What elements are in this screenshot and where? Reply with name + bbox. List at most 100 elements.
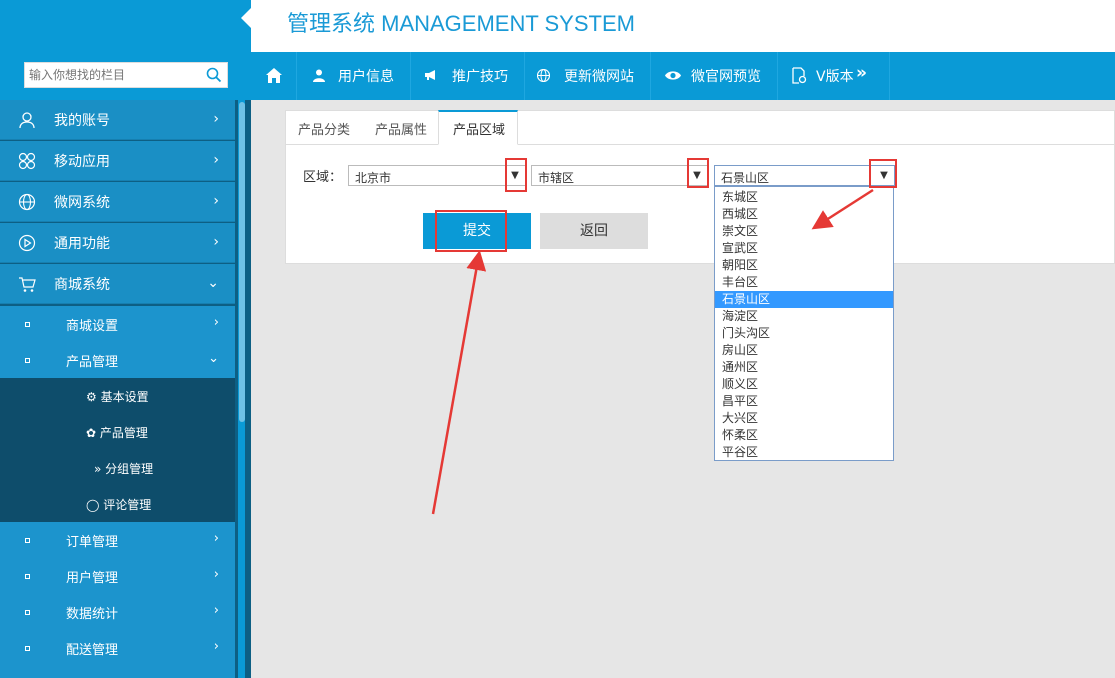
annotation-arrow <box>431 250 487 515</box>
person-icon <box>313 69 325 82</box>
nav-label: 推广技巧 <box>452 69 508 85</box>
nav-label: 更新微网站 <box>564 69 634 85</box>
chevron-down-icon: ⌄ <box>207 275 219 291</box>
dropdown-option[interactable]: 平谷区 <box>715 444 893 461</box>
header: 管理系统 MANAGEMENT SYSTEM <box>251 0 1115 52</box>
menu-label: 移动应用 <box>54 154 110 170</box>
chevron-right-icon: › <box>213 193 219 209</box>
nav-promotion-tips[interactable]: 推广技巧 <box>411 52 525 100</box>
tree-node <box>25 574 30 579</box>
nav-label: 用户信息 <box>338 69 394 85</box>
sub-label: 订单管理 <box>66 535 119 550</box>
menu-item-general-functions[interactable]: 通用功能 › <box>0 223 235 263</box>
dropdown-option[interactable]: 石景山区 <box>715 291 893 308</box>
sidebar-item-comment-management[interactable]: ◯ 评论管理 <box>0 486 235 522</box>
user-icon <box>19 112 35 129</box>
menu-item-mobile-apps[interactable]: 移动应用 › <box>0 141 235 181</box>
doc-gear-icon <box>792 67 807 84</box>
leaf-label-wrap: ✿ 产品管理 <box>86 424 148 441</box>
dropdown-option[interactable]: 海淀区 <box>715 308 893 325</box>
dropdown-option[interactable]: 昌平区 <box>715 393 893 410</box>
dropdown-option[interactable]: 怀柔区 <box>715 427 893 444</box>
province-select[interactable]: 北京市 ▼ <box>348 165 526 186</box>
tree-node <box>25 358 30 363</box>
sub-label: 商城设置 <box>66 319 119 334</box>
region-label: 区域： <box>303 170 343 185</box>
sub-label: 配送管理 <box>66 643 119 658</box>
menu-item-micro-site[interactable]: 微网系统 › <box>0 182 235 222</box>
dropdown-option[interactable]: 门头沟区 <box>715 325 893 342</box>
leaf-label: 分组管理 <box>105 462 154 476</box>
tab-product-attribute[interactable]: 产品属性 <box>375 110 445 145</box>
leaf-label-wrap: ◯ 评论管理 <box>86 496 151 513</box>
chevron-right-icon: › <box>213 639 219 654</box>
nav-user-info[interactable]: 用户信息 <box>297 52 411 100</box>
chevron-right-icon: › <box>213 315 219 330</box>
search-box <box>24 62 228 88</box>
back-button[interactable]: 返回 <box>540 213 648 249</box>
dropdown-option[interactable]: 西城区 <box>715 206 893 223</box>
nav-site-preview[interactable]: 微官网预览 <box>651 52 778 100</box>
annotation-box <box>435 210 507 252</box>
leaf-label-wrap: » 分组管理 <box>94 460 153 477</box>
city-select[interactable]: 市辖区 ▼ <box>531 165 708 186</box>
menu-item-mall-system[interactable]: 商城系统 ⌄ <box>0 264 235 304</box>
dropdown-option[interactable]: 房山区 <box>715 342 893 359</box>
tab-label: 产品分类 <box>298 123 351 138</box>
dropdown-option[interactable]: 东城区 <box>715 189 893 206</box>
annotation-box <box>869 159 897 188</box>
globe-icon <box>537 69 550 82</box>
dropdown-option[interactable]: 通州区 <box>715 359 893 376</box>
sub-label: 用户管理 <box>66 571 119 586</box>
menu-item-my-account[interactable]: 我的账号 › <box>0 100 235 140</box>
sidebar-item-product-management[interactable]: 产品管理 ⌄ <box>0 342 235 378</box>
sidebar-scrollbar-thumb[interactable] <box>239 102 245 422</box>
nav-home[interactable] <box>251 52 297 100</box>
cart-icon <box>19 277 36 292</box>
city-value: 市辖区 <box>538 171 575 185</box>
chevron-right-icon: › <box>213 603 219 618</box>
sidebar-item-basic-settings[interactable]: ⚙ 基本设置 <box>0 378 235 414</box>
gear-icon: ⚙ <box>86 390 97 404</box>
menu-label: 我的账号 <box>54 113 110 129</box>
sidebar-item-product-admin[interactable]: ✿ 产品管理 <box>0 414 235 450</box>
dropdown-option[interactable]: 朝阳区 <box>715 257 893 274</box>
nav-label: V版本 <box>816 69 854 85</box>
dropdown-option[interactable]: 大兴区 <box>715 410 893 427</box>
sub-label: 产品管理 <box>66 355 119 370</box>
chevron-right-icon: › <box>213 234 219 250</box>
sidebar-item-order-management[interactable]: 订单管理 › <box>0 522 235 558</box>
nav-update-site[interactable]: 更新微网站 <box>525 52 651 100</box>
district-select[interactable]: 石景山区 ▼ <box>714 165 895 186</box>
nav-version[interactable]: V版本 » <box>778 52 890 100</box>
sidebar-item-user-management[interactable]: 用户管理 › <box>0 558 235 594</box>
tree-node <box>25 322 30 327</box>
double-chevron-icon: » <box>94 462 102 476</box>
dropdown-option[interactable]: 崇文区 <box>715 223 893 240</box>
menu-label: 微网系统 <box>54 195 110 211</box>
chevron-right-icon: › <box>213 531 219 546</box>
sidebar-item-data-statistics[interactable]: 数据统计 › <box>0 594 235 630</box>
tab-product-region[interactable]: 产品区域 <box>438 110 518 145</box>
top-nav: 用户信息 推广技巧 更新微网站 微官网预览 V版本 » <box>251 52 1115 100</box>
menu-label: 商城系统 <box>54 277 110 293</box>
search-icon[interactable] <box>206 67 222 83</box>
sidebar-item-group-management[interactable]: » 分组管理 <box>0 450 235 486</box>
sidebar-item-delivery-management[interactable]: 配送管理 › <box>0 630 235 666</box>
sidebar-item-mall-settings[interactable]: 商城设置 › <box>0 306 235 342</box>
logo-area <box>0 0 251 52</box>
comment-icon: ◯ <box>86 498 100 512</box>
home-icon <box>266 68 282 83</box>
globe-icon <box>18 193 36 211</box>
apps-icon <box>18 152 36 170</box>
search-input[interactable] <box>29 63 199 87</box>
tab-product-category[interactable]: 产品分类 <box>298 110 368 145</box>
dropdown-option[interactable]: 丰台区 <box>715 274 893 291</box>
tree-node <box>25 646 30 651</box>
dropdown-option[interactable]: 顺义区 <box>715 376 893 393</box>
tree-node <box>25 610 30 615</box>
dropdown-option[interactable]: 宣武区 <box>715 240 893 257</box>
tab-label: 产品属性 <box>375 123 428 138</box>
tab-label: 产品区域 <box>453 123 506 138</box>
play-icon <box>18 234 36 252</box>
